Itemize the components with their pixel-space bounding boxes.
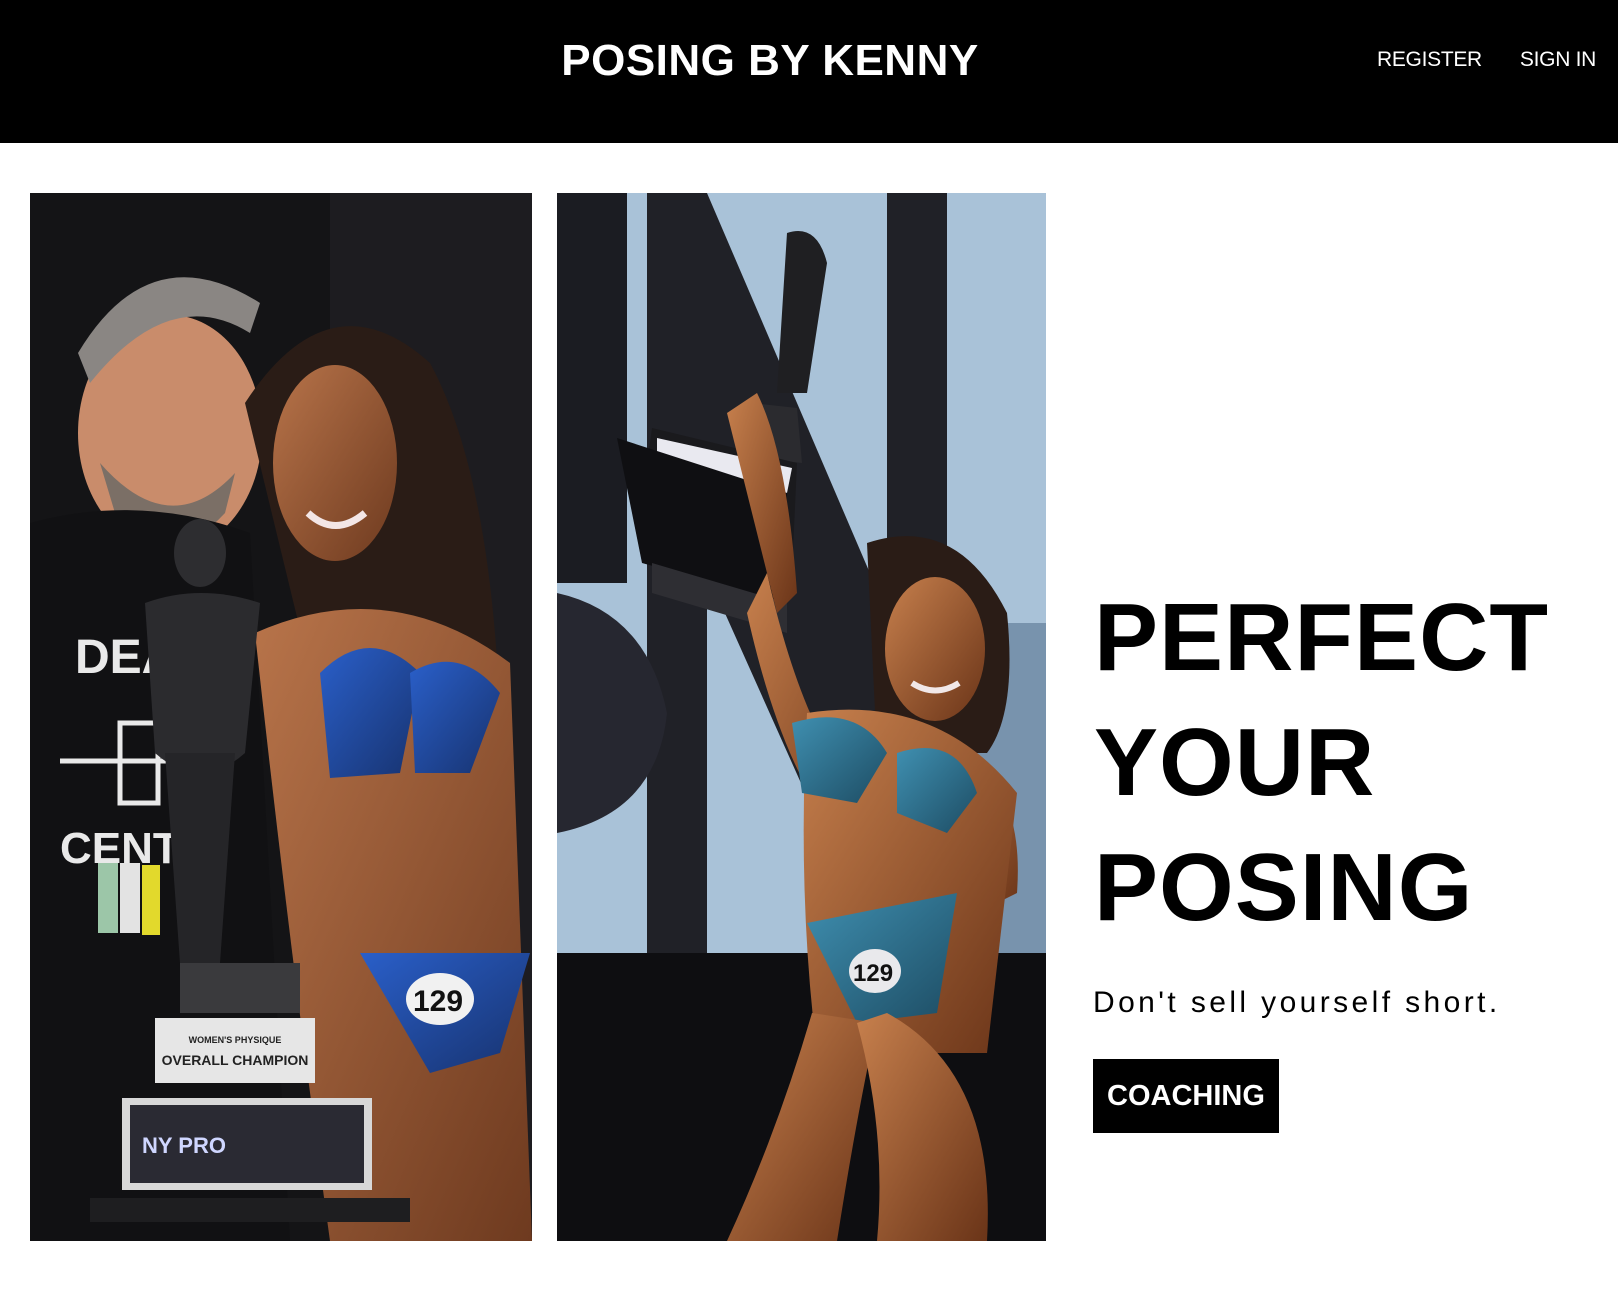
site-brand-logo[interactable]: POSING BY KENNY bbox=[0, 36, 1540, 86]
trophy-plaque-line2: OVERALL CHAMPION bbox=[162, 1052, 309, 1068]
sign-in-link[interactable]: SIGN IN bbox=[1520, 48, 1596, 72]
shirt-print-bottom: CENT bbox=[60, 824, 180, 873]
coach-with-champion-photo: DEA CENT 129 WOMEN'S PHYSIQUE OVERALL CH… bbox=[30, 193, 532, 1241]
register-link[interactable]: REGISTER bbox=[1377, 48, 1482, 72]
trophy-base-logo: NY PRO bbox=[142, 1133, 226, 1158]
hero-headline: PERFECT YOUR POSING bbox=[1094, 575, 1594, 950]
top-navigation-bar: POSING BY KENNY REGISTER SIGN IN bbox=[0, 0, 1618, 143]
right-competitor-number: 129 bbox=[853, 960, 893, 987]
headline-line-2: YOUR bbox=[1094, 709, 1376, 816]
coaching-button[interactable]: COACHING bbox=[1093, 1059, 1279, 1133]
champion-on-stage-photo: 129 bbox=[557, 193, 1046, 1241]
trophy-plaque-line1: WOMEN'S PHYSIQUE bbox=[189, 1035, 282, 1045]
headline-line-1: PERFECT bbox=[1094, 584, 1550, 691]
hero-tagline: Don't sell yourself short. bbox=[1093, 986, 1501, 1019]
headline-line-3: POSING bbox=[1094, 834, 1474, 941]
account-nav: REGISTER SIGN IN bbox=[1377, 48, 1596, 72]
left-competitor-number: 129 bbox=[413, 985, 463, 1018]
